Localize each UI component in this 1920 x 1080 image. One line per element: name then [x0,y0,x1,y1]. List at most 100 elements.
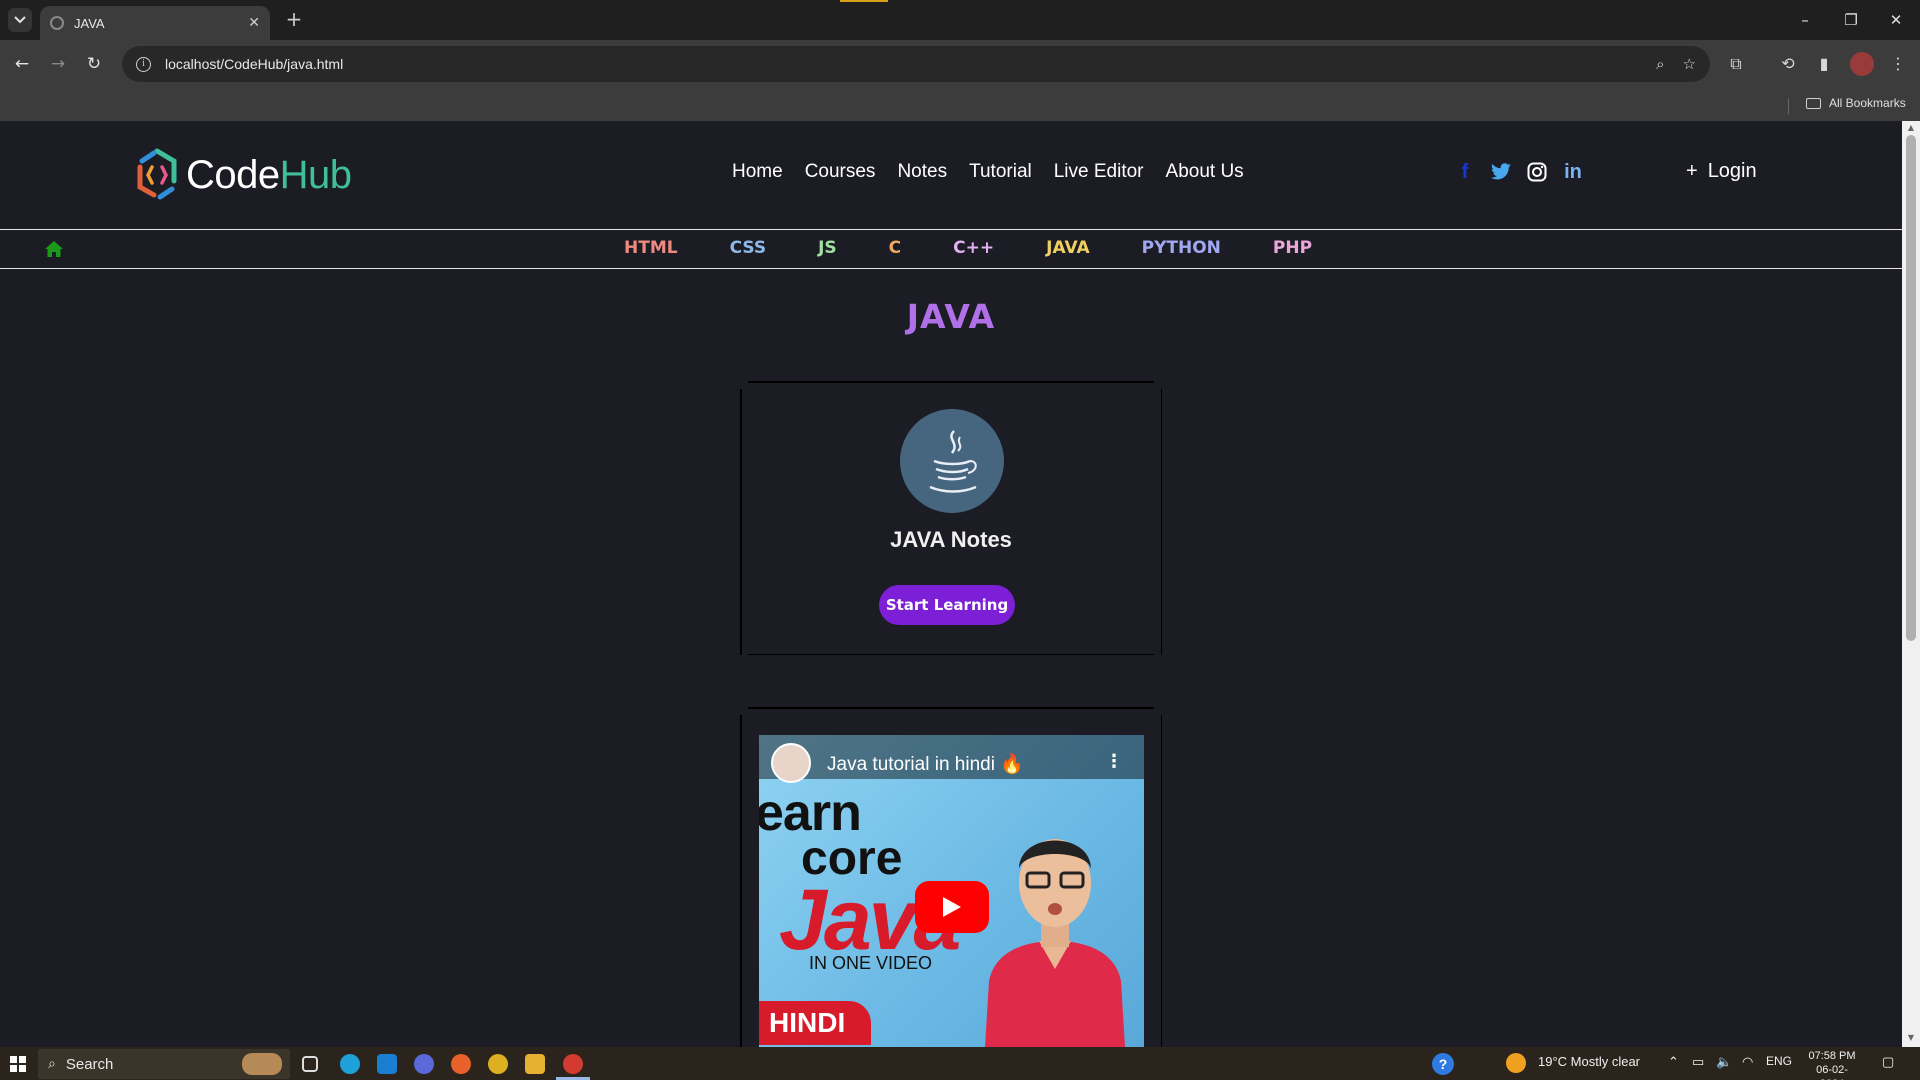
new-tab-button[interactable]: + [282,8,306,32]
back-button[interactable]: ← [8,50,36,78]
clock-date: 06-02-2024 [1816,1064,1848,1080]
clock-time: 07:58 PM [1808,1050,1856,1062]
edge-browser-icon[interactable] [340,1054,360,1074]
globe-icon [50,16,64,30]
play-button[interactable] [915,881,989,933]
nav-courses[interactable]: Courses [805,161,876,183]
scrollbar-thumb[interactable] [1906,135,1916,641]
logo-text: CodeHub [186,152,352,197]
all-bookmarks-label: All Bookmarks [1829,96,1906,110]
video-menu-icon[interactable]: ⋮ [1105,751,1123,772]
lang-link-java[interactable]: JAVA [1046,238,1090,258]
task-view-icon[interactable] [302,1056,318,1072]
menu-dots-icon[interactable]: ⋮ [1886,52,1910,76]
site-header: CodeHub Home Courses Notes Tutorial Live… [0,121,1902,229]
nav-tutorial[interactable]: Tutorial [969,161,1032,183]
search-icon: ⌕ [48,1056,56,1072]
chrome-icon[interactable] [488,1054,508,1074]
url-text[interactable]: localhost/CodeHub/java.html [165,56,1638,72]
scroll-down-arrow[interactable]: ▼ [1906,1033,1916,1043]
social-links: f in [1454,161,1584,183]
nav-home[interactable]: Home [732,161,783,183]
forward-button[interactable]: → [44,50,72,78]
file-explorer-icon[interactable] [525,1054,545,1074]
chevron-down-icon [14,16,26,24]
thumbnail-hindi-badge: HINDI [759,1001,871,1045]
lang-link-html[interactable]: HTML [624,238,678,258]
folder-icon [1806,97,1821,109]
plus-icon: + [1686,160,1698,182]
nav-about-us[interactable]: About Us [1166,161,1244,183]
lang-link-css[interactable]: CSS [730,238,767,258]
media-player-icon[interactable] [414,1054,434,1074]
youtube-video-embed[interactable]: earn core Java IN ONE VIDEO HINDI Java t… [759,735,1144,1047]
notifications-icon[interactable]: ▢ [1882,1054,1894,1070]
profile-avatar[interactable] [1850,52,1874,76]
close-window-button[interactable]: ✕ [1881,8,1911,32]
weather-text[interactable]: 19°C Mostly clear [1538,1054,1640,1069]
browser-tab-active[interactable]: JAVA ✕ [40,6,270,40]
tab-title: JAVA [74,15,105,31]
address-bar[interactable]: i localhost/CodeHub/java.html ⌕ ☆ [122,46,1710,82]
help-icon[interactable]: ? [1432,1053,1454,1075]
nav-live-editor[interactable]: Live Editor [1054,161,1144,183]
wifi-icon[interactable]: ◠ [1742,1054,1753,1070]
search-highlight-image [242,1053,282,1075]
linkedin-icon[interactable]: in [1562,161,1584,183]
lang-link-php[interactable]: PHP [1273,238,1312,258]
browser-tab-strip: JAVA ✕ + – ❐ ✕ [0,0,1920,40]
lang-link-python[interactable]: PYTHON [1142,238,1221,258]
side-panel-icon[interactable]: ▮ [1812,52,1836,76]
video-title[interactable]: Java tutorial in hindi 🔥 [827,752,1024,776]
browser-toolbar: ← → ↻ i localhost/CodeHub/java.html ⌕ ☆ … [0,40,1920,126]
home-icon[interactable] [44,239,64,259]
java-logo-icon [900,409,1004,513]
lang-link-c[interactable]: C [889,238,901,258]
zoom-icon[interactable]: ⌕ [1656,55,1664,73]
bookmarks-separator [1788,98,1789,114]
bookmark-star-icon[interactable]: ☆ [1683,55,1696,73]
taskbar-search-label: Search [65,1055,114,1073]
language-links: HTML CSS JS C C++ JAVA PYTHON PHP [624,238,1364,258]
tab-search-button[interactable] [8,8,32,32]
lang-link-js[interactable]: JS [818,238,837,258]
taskbar-search-box[interactable]: ⌕ Search [38,1049,290,1079]
scroll-up-arrow[interactable]: ▲ [1906,123,1916,133]
chevron-up-icon[interactable]: ⌃ [1668,1054,1679,1070]
close-icon[interactable]: ✕ [248,15,260,31]
windows-start-icon[interactable] [10,1056,26,1072]
page-title: JAVA [906,297,996,336]
battery-icon[interactable]: ▭ [1692,1054,1704,1070]
video-card: earn core Java IN ONE VIDEO HINDI Java t… [740,707,1162,1047]
volume-muted-icon[interactable]: 🔈 [1716,1054,1732,1070]
restore-button[interactable]: ❐ [1836,8,1866,32]
page-scrollbar[interactable]: ▲ ▼ [1902,121,1920,1047]
tab-strip-indicator [840,0,888,2]
codehub-logo-icon [137,148,177,200]
site-logo[interactable]: CodeHub [134,147,352,203]
info-icon[interactable]: i [136,56,151,72]
notes-card: JAVA Notes Start Learning [740,381,1162,655]
channel-avatar[interactable] [771,743,811,783]
start-learning-button[interactable]: Start Learning [879,585,1015,625]
system-clock[interactable]: 07:58 PM 06-02-2024 [1804,1049,1860,1080]
windows-taskbar: ⌕ Search ? 19°C Mostly clear ⌃ ▭ 🔈 ◠ ENG… [0,1047,1920,1080]
firefox-icon[interactable] [451,1054,471,1074]
login-button[interactable]: + Login [1686,160,1757,183]
notes-card-title: JAVA Notes [890,527,1012,552]
all-bookmarks-button[interactable]: All Bookmarks [1806,96,1906,110]
extensions-icon[interactable]: ⧉ [1724,52,1748,76]
lang-link-cpp[interactable]: C++ [953,238,994,258]
instagram-icon[interactable] [1526,161,1548,183]
input-language[interactable]: ENG [1766,1054,1792,1068]
reload-button[interactable]: ↻ [80,50,108,78]
mail-icon[interactable] [377,1054,397,1074]
chrome-active-icon[interactable] [563,1054,583,1074]
play-icon [943,897,961,917]
weather-moon-icon[interactable] [1506,1053,1526,1073]
translate-icon[interactable]: ⟲ [1776,52,1800,76]
minimize-button[interactable]: – [1790,8,1820,32]
facebook-icon[interactable]: f [1454,161,1476,183]
twitter-icon[interactable] [1490,161,1512,183]
nav-notes[interactable]: Notes [897,161,947,183]
